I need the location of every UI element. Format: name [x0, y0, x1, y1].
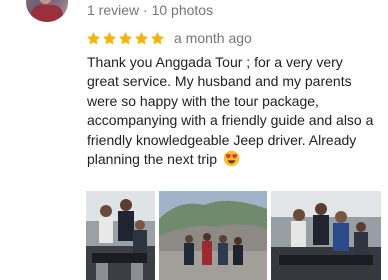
star-icon	[150, 31, 165, 46]
star-icon	[102, 31, 117, 46]
star-rating	[86, 31, 166, 46]
star-icon	[118, 31, 133, 46]
rating-row: a month ago	[86, 28, 252, 48]
review-photo-1[interactable]	[86, 191, 155, 280]
star-icon	[86, 31, 101, 46]
reviewer-stats[interactable]: 1 review · 10 photos	[87, 2, 213, 18]
review-photo-2[interactable]	[159, 191, 267, 280]
avatar-face	[39, 0, 52, 4]
reviewer-avatar[interactable]	[26, 0, 68, 22]
heart-eyes-emoji-icon	[223, 150, 240, 167]
star-icon	[134, 31, 149, 46]
review-text-block: Thank you Anggada Tour ; for a very very…	[87, 53, 377, 169]
review-photo-3[interactable]	[271, 191, 381, 280]
review-date: a month ago	[174, 30, 252, 46]
avatar-shirt	[31, 5, 63, 22]
